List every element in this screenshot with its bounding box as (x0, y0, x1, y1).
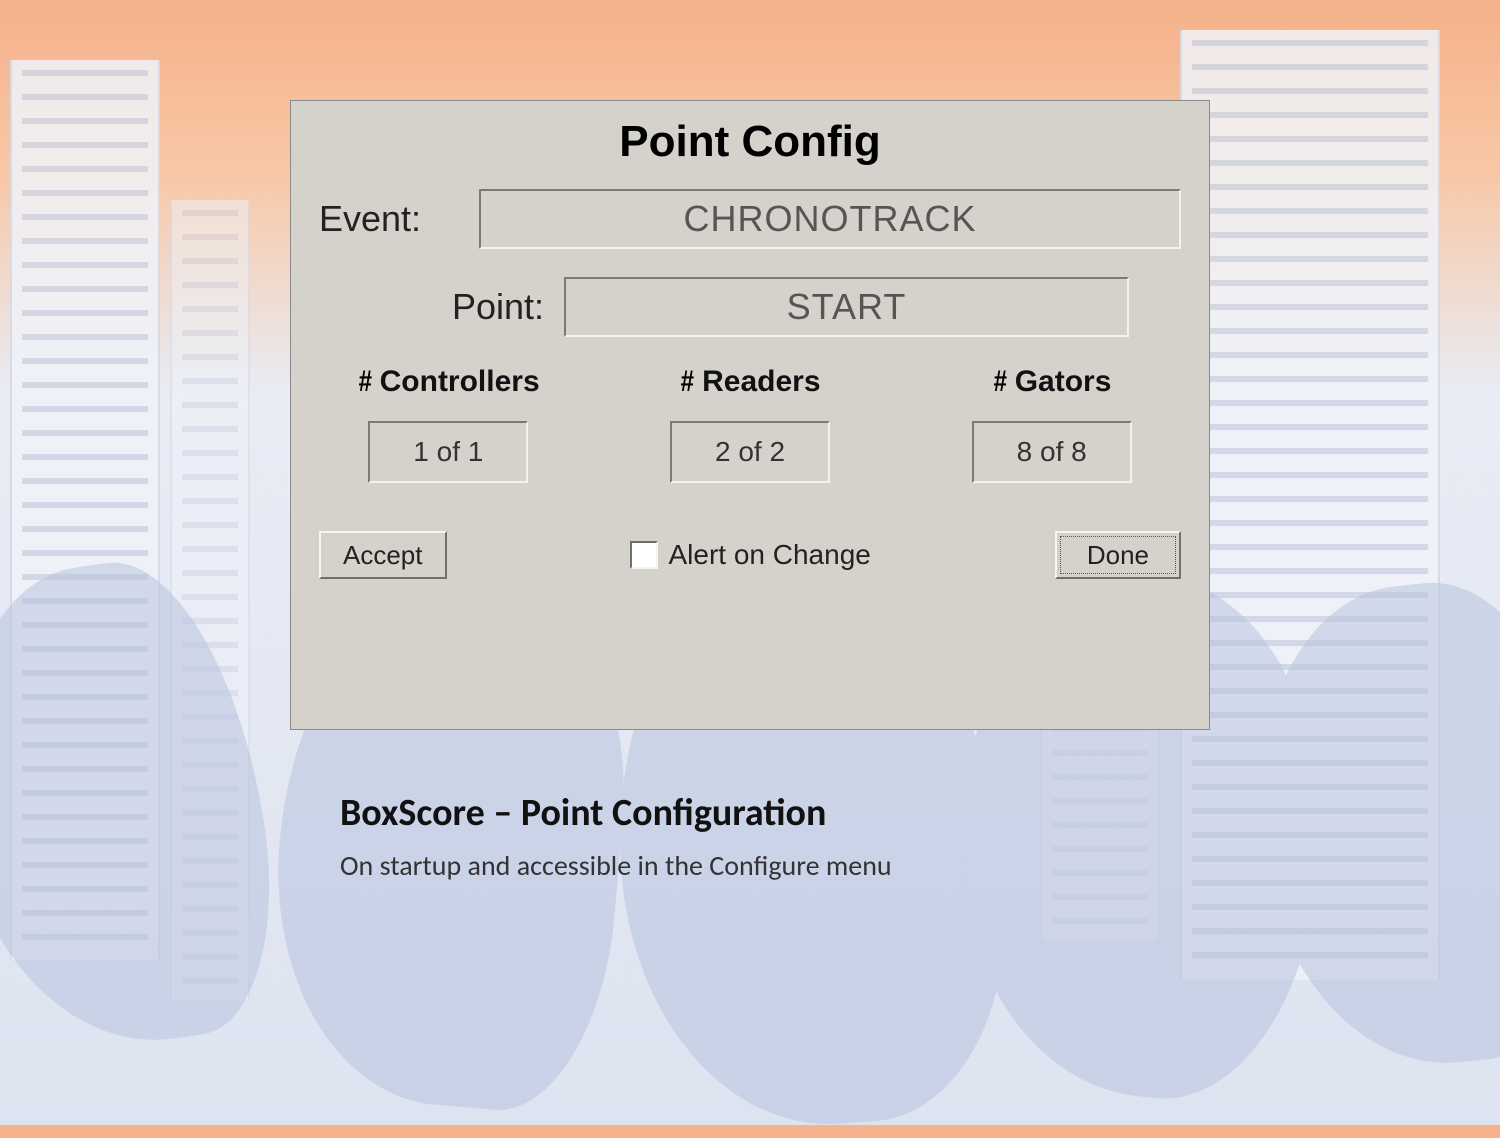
gators-value[interactable]: 8 of 8 (972, 421, 1132, 483)
event-row: Event: CHRONOTRACK (319, 189, 1181, 249)
controllers-header: # Controllers (357, 365, 540, 399)
point-row: Point: START (319, 277, 1181, 337)
counts-row: # Controllers 1 of 1 # Readers 2 of 2 # … (319, 365, 1181, 483)
hash-icon: # (681, 365, 694, 399)
point-config-dialog: Point Config Event: CHRONOTRACK Point: S… (290, 100, 1210, 730)
alert-checkbox[interactable] (630, 541, 658, 569)
gators-header-text: Gators (1015, 365, 1112, 399)
readers-column: # Readers 2 of 2 (621, 365, 880, 483)
readers-header: # Readers (679, 365, 820, 399)
gators-header: # Gators (992, 365, 1111, 399)
event-label: Event: (319, 198, 479, 240)
dialog-bottom-row: Accept Alert on Change Done (319, 531, 1181, 579)
alert-label: Alert on Change (668, 539, 870, 571)
hash-icon: # (994, 365, 1007, 399)
event-input[interactable]: CHRONOTRACK (479, 189, 1181, 249)
alert-on-change-option[interactable]: Alert on Change (630, 539, 870, 571)
controllers-column: # Controllers 1 of 1 (319, 365, 578, 483)
point-label: Point: (319, 286, 564, 328)
controllers-value[interactable]: 1 of 1 (368, 421, 528, 483)
point-input[interactable]: START (564, 277, 1129, 337)
gators-column: # Gators 8 of 8 (922, 365, 1181, 483)
controllers-header-text: Controllers (380, 365, 540, 399)
done-button[interactable]: Done (1055, 531, 1181, 579)
caption-heading: BoxScore – Point Configuration (340, 790, 1240, 836)
caption-sub: On startup and accessible in the Configu… (340, 848, 1240, 883)
dialog-title: Point Config (319, 117, 1181, 167)
hash-icon: # (359, 365, 372, 399)
readers-value[interactable]: 2 of 2 (670, 421, 830, 483)
readers-header-text: Readers (702, 365, 820, 399)
accept-button[interactable]: Accept (319, 531, 447, 579)
slide-caption: BoxScore – Point Configuration On startu… (340, 790, 1240, 883)
